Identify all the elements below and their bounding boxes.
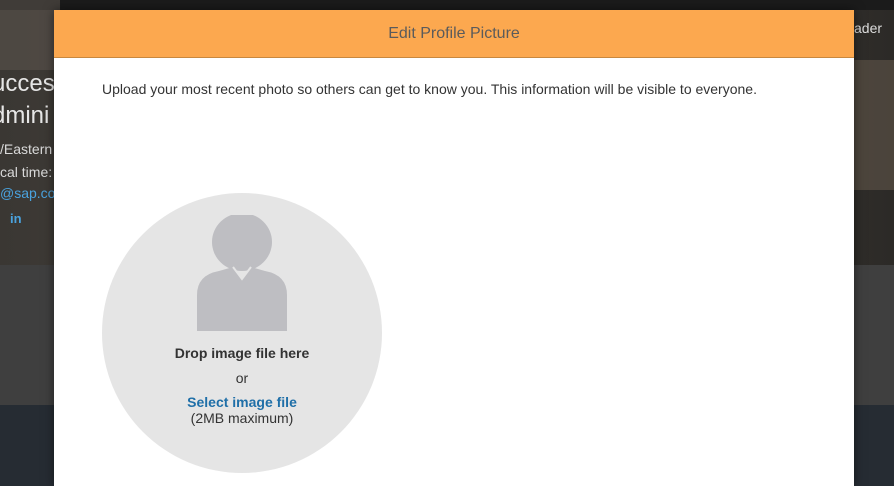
top-bar (0, 0, 894, 10)
drop-image-text: Drop image file here (174, 345, 310, 361)
person-silhouette-icon (197, 215, 287, 331)
profile-timezone: /Eastern (0, 141, 53, 157)
linkedin-icon[interactable]: in (10, 211, 22, 226)
image-drop-zone[interactable]: Drop image file here or Select image fil… (102, 193, 382, 473)
profile-email-link[interactable]: @sap.co (0, 185, 55, 201)
dialog-title: Edit Profile Picture (388, 24, 520, 42)
dialog-description: Upload your most recent photo so others … (102, 81, 757, 97)
edit-profile-picture-dialog: Edit Profile Picture Upload your most re… (54, 10, 854, 486)
or-text: or (235, 370, 249, 386)
dialog-header: Edit Profile Picture (54, 10, 854, 58)
header-photo-right (854, 60, 894, 190)
profile-name-line1: ucces (0, 70, 55, 97)
profile-name-line2: dmini (0, 102, 50, 129)
profile-local-time-label: cal time: (0, 164, 53, 180)
header-right-text: ader (854, 20, 883, 36)
select-image-file-link[interactable]: Select image file (102, 394, 382, 410)
header-photo-left (0, 0, 60, 70)
size-hint: (2MB maximum) (190, 410, 294, 426)
